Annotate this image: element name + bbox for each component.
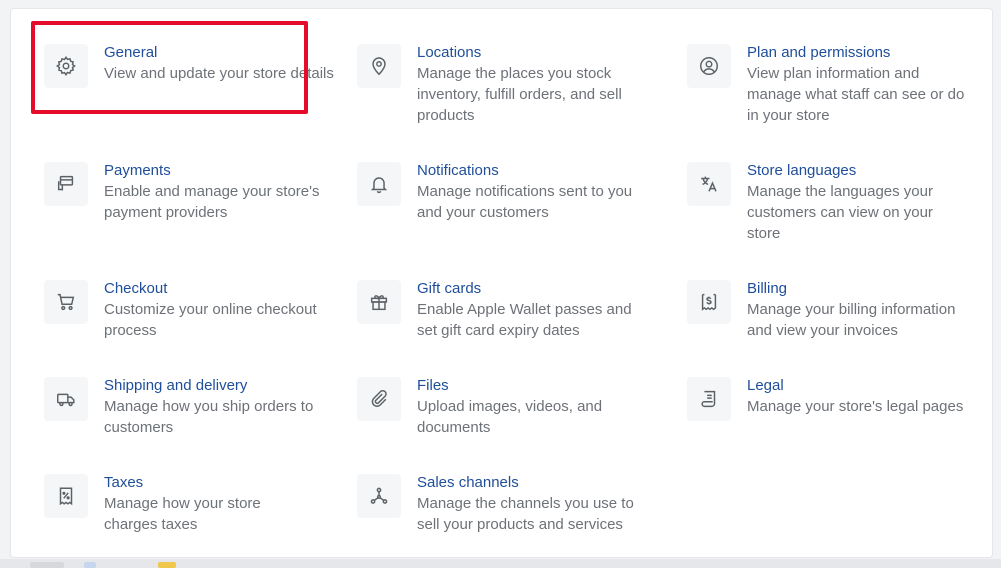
gift-icon [357, 280, 401, 324]
taskbar-item [84, 562, 96, 568]
settings-item-description: Manage the places you stock inventory, f… [417, 65, 622, 124]
settings-item-legal[interactable]: Legal Manage your store's legal pages [687, 375, 982, 421]
settings-item-description: Manage the channels you use to sell your… [417, 495, 634, 533]
document-icon [687, 377, 731, 421]
settings-item-title: Taxes [104, 474, 144, 491]
settings-item-locations[interactable]: Locations Manage the places you stock in… [357, 42, 657, 126]
translate-icon [687, 162, 731, 206]
settings-item-title: Locations [417, 44, 482, 61]
settings-item-notifications[interactable]: Notifications Manage notifications sent … [357, 160, 642, 223]
settings-card: General View and update your store detai… [10, 8, 993, 558]
settings-item-description: Manage your store's legal pages [747, 398, 964, 415]
gear-icon [44, 44, 88, 88]
tax-receipt-icon [44, 474, 88, 518]
settings-item-description: Manage how you ship orders to customers [104, 398, 314, 436]
settings-item-title: Sales channels [417, 474, 519, 491]
user-circle-icon [687, 44, 731, 88]
channels-icon [357, 474, 401, 518]
settings-item-description: Manage notifications sent to you and you… [417, 183, 633, 221]
settings-item-description: Manage how your store charges taxes [104, 495, 261, 533]
settings-item-files[interactable]: Files Upload images, videos, and documen… [357, 375, 617, 438]
settings-item-description: Upload images, videos, and documents [417, 398, 603, 436]
settings-item-title: Notifications [417, 162, 499, 179]
billing-icon [687, 280, 731, 324]
settings-item-payments[interactable]: Payments Enable and manage your store's … [44, 160, 334, 223]
settings-item-description: Customize your online checkout process [104, 301, 317, 339]
paperclip-icon [357, 377, 401, 421]
settings-item-description: Manage the languages your customers can … [747, 183, 933, 242]
settings-item-gift-cards[interactable]: Gift cards Enable Apple Wallet passes an… [357, 278, 642, 341]
settings-item-sales-channels[interactable]: Sales channels Manage the channels you u… [357, 472, 642, 535]
settings-item-store-languages[interactable]: Store languages Manage the languages you… [687, 160, 967, 244]
settings-item-title: Plan and permissions [747, 44, 891, 61]
settings-item-title: Checkout [104, 280, 168, 297]
settings-item-title: Legal [747, 377, 784, 394]
location-pin-icon [357, 44, 401, 88]
cart-icon [44, 280, 88, 324]
settings-item-description: Manage your billing information and view… [747, 301, 956, 339]
settings-item-shipping-and-delivery[interactable]: Shipping and delivery Manage how you shi… [44, 375, 314, 438]
settings-item-description: Enable Apple Wallet passes and set gift … [417, 301, 632, 339]
settings-item-description: View plan information and manage what st… [747, 65, 965, 124]
settings-item-plan-and-permissions[interactable]: Plan and permissions View plan informati… [687, 42, 972, 126]
bell-icon [357, 162, 401, 206]
settings-item-checkout[interactable]: Checkout Customize your online checkout … [44, 278, 334, 341]
settings-item-title: Shipping and delivery [104, 377, 248, 394]
settings-item-billing[interactable]: Billing Manage your billing information … [687, 278, 972, 341]
bottom-taskbar-strip [0, 559, 1001, 568]
settings-item-title: Gift cards [417, 280, 482, 297]
settings-item-title: Files [417, 377, 449, 394]
settings-item-general[interactable]: General View and update your store detai… [44, 42, 334, 88]
truck-icon [44, 377, 88, 421]
settings-item-title: Payments [104, 162, 171, 179]
settings-item-title: Store languages [747, 162, 857, 179]
settings-item-taxes[interactable]: Taxes Manage how your store charges taxe… [44, 472, 304, 535]
payments-icon [44, 162, 88, 206]
taskbar-item [158, 562, 176, 568]
settings-item-title: General [104, 44, 158, 61]
settings-item-title: Billing [747, 280, 788, 297]
taskbar-item [30, 562, 64, 568]
settings-item-description: Enable and manage your store's payment p… [104, 183, 320, 221]
settings-item-description: View and update your store details [104, 65, 334, 82]
